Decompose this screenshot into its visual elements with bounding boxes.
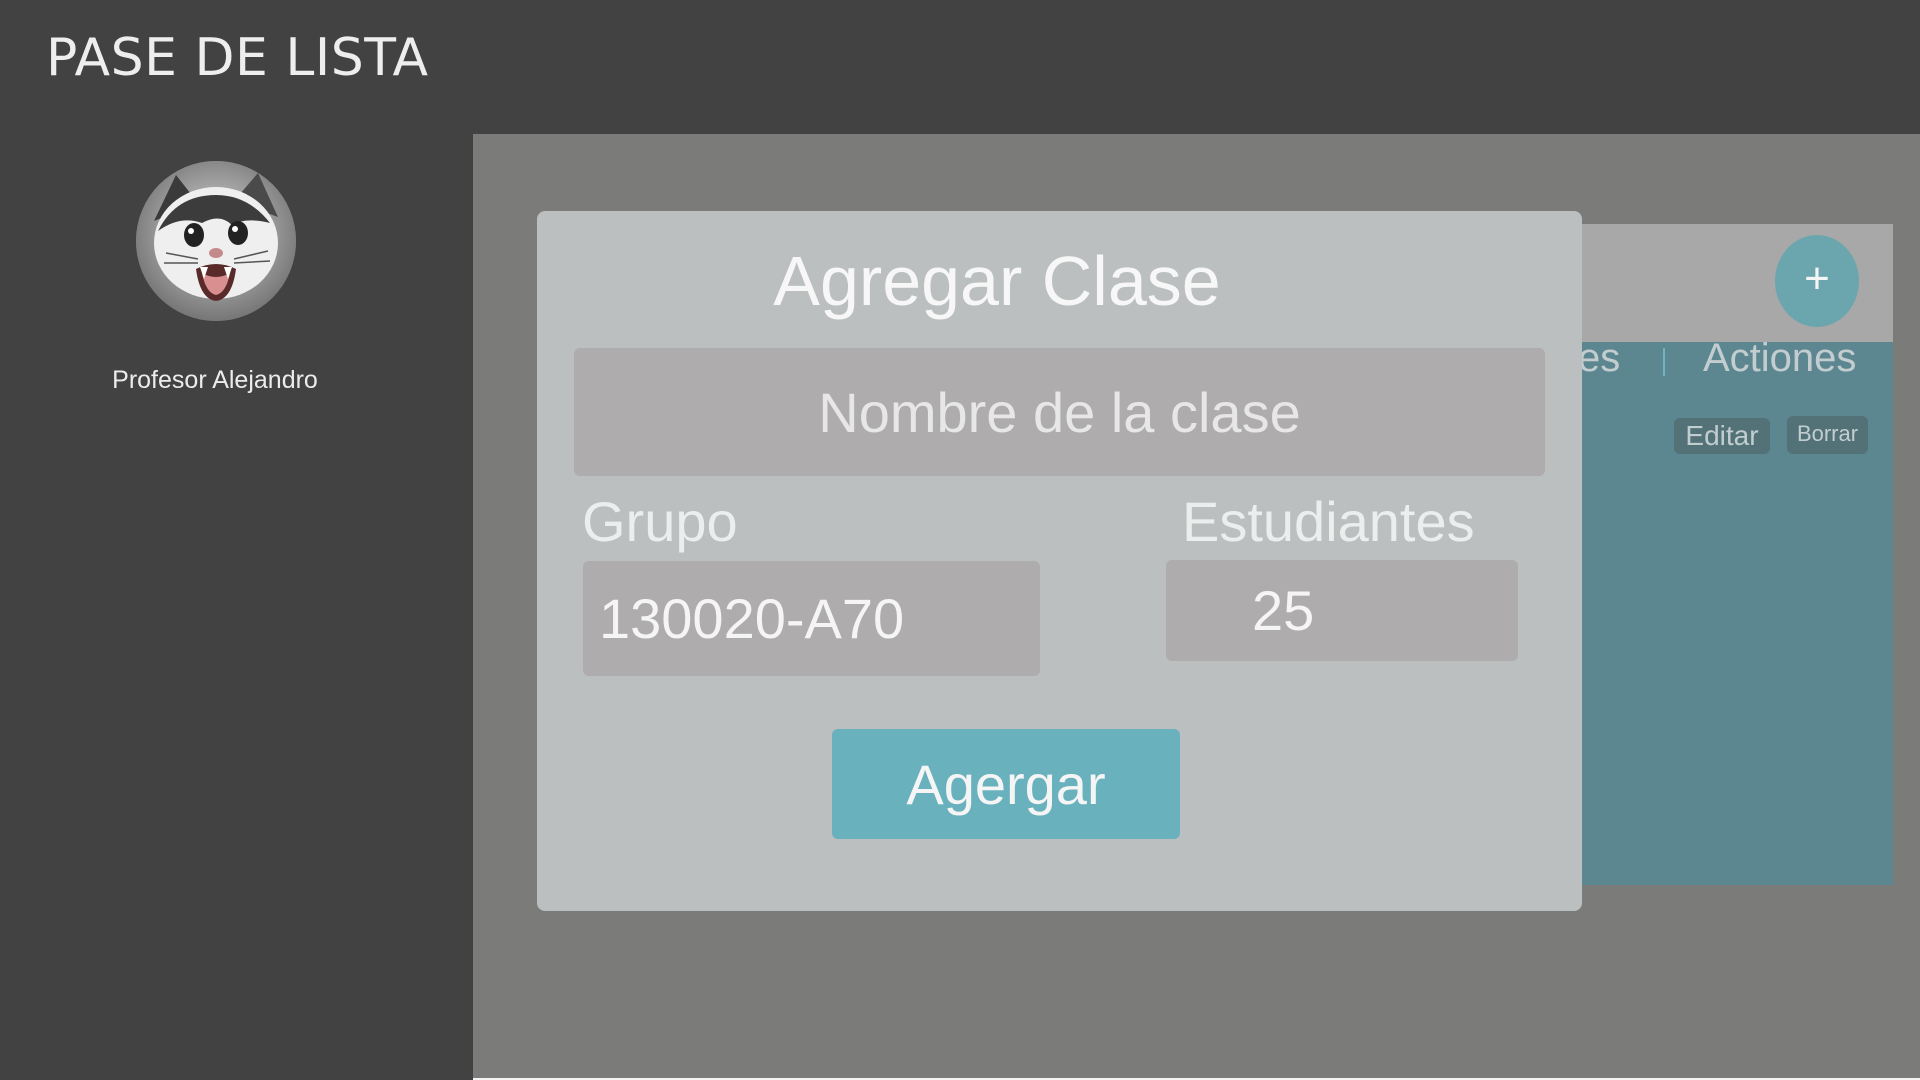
group-label: Grupo: [582, 490, 738, 553]
column-separator: [1663, 348, 1665, 376]
column-header-actions[interactable]: Actiones: [1703, 336, 1856, 381]
cat-photo-avatar-icon: [136, 161, 296, 321]
dialog-title: Agregar Clase: [773, 242, 1221, 320]
delete-button[interactable]: Borrar: [1787, 416, 1868, 454]
edit-button[interactable]: Editar: [1674, 418, 1770, 454]
students-label: Estudiantes: [1182, 490, 1475, 553]
app-title: PASE DE LISTA: [46, 28, 429, 88]
profile-name: Profesor Alejandro: [112, 366, 318, 394]
avatar[interactable]: [136, 161, 296, 321]
column-header-students[interactable]: es: [1578, 336, 1620, 381]
group-input[interactable]: [583, 561, 1040, 676]
students-input[interactable]: [1166, 560, 1518, 661]
submit-add-class-button[interactable]: Agergar: [832, 729, 1180, 839]
app-root: PASE DE LISTA Profesor Alejandro + es Ac…: [0, 0, 1920, 1080]
add-class-dialog: Agregar Clase Grupo Estudiantes Agergar: [537, 211, 1582, 911]
add-class-button[interactable]: +: [1775, 235, 1859, 327]
sidebar: Profesor Alejandro: [0, 134, 473, 1080]
class-name-input[interactable]: [574, 348, 1545, 476]
